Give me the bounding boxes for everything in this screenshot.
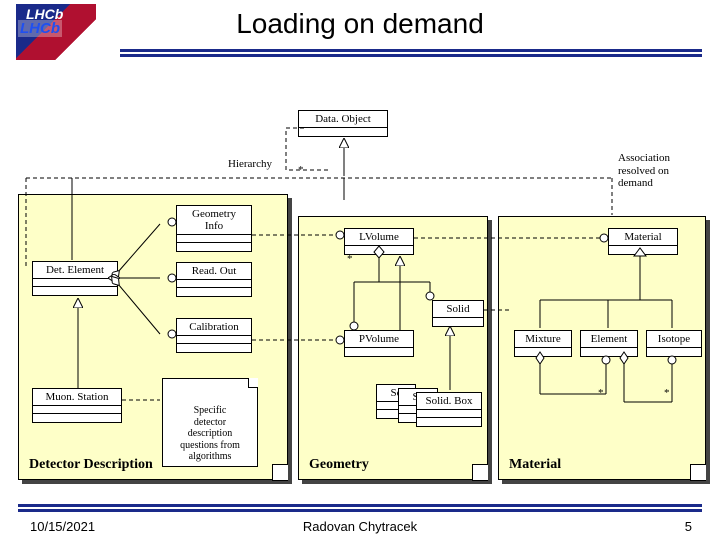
footer-page-number: 5 [685,519,692,534]
footer-rule-bottom [18,509,702,512]
footer-rule-top [18,504,702,507]
footer-author: Radovan Chytracek [0,519,720,534]
connector-layer [0,0,720,540]
